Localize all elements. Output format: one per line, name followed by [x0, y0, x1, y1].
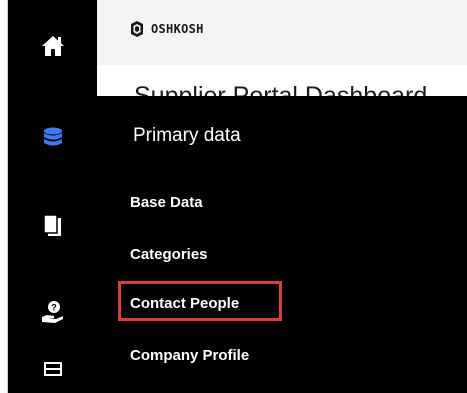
menu-item-contact-people[interactable]: Contact People: [130, 295, 239, 312]
sidebar-item-help[interactable]: ?: [8, 272, 97, 352]
documents-icon: [42, 214, 61, 236]
sidebar-item-home[interactable]: [8, 0, 97, 92]
oshkosh-logo-icon: [131, 21, 143, 37]
app-frame: OSHKOSH Supplier Portal Dashboard ? Prim…: [7, 0, 467, 393]
menu-item-base-data[interactable]: Base Data: [130, 194, 203, 211]
sidebar: ?: [8, 0, 97, 393]
sidebar-item-tray[interactable]: [8, 352, 97, 393]
sidebar-item-documents[interactable]: [8, 180, 97, 272]
menu-item-categories[interactable]: Categories: [130, 246, 208, 263]
primary-data-menu: Primary data Base Data Categories Contac…: [97, 96, 467, 393]
svg-text:?: ?: [51, 303, 57, 313]
page-title: Supplier Portal Dashboard: [134, 82, 428, 96]
menu-title: Primary data: [133, 125, 241, 146]
home-icon: [41, 36, 64, 56]
help-hand-icon: ?: [41, 301, 63, 323]
brand-name: OSHKOSH: [151, 22, 204, 36]
sidebar-item-primary-data[interactable]: [8, 92, 97, 184]
database-icon: [43, 127, 62, 146]
tray-icon: [43, 362, 62, 376]
top-header: OSHKOSH: [97, 0, 467, 65]
page-area: Supplier Portal Dashboard: [97, 65, 467, 96]
brand-logo[interactable]: OSHKOSH: [130, 21, 204, 37]
menu-item-company-profile[interactable]: Company Profile: [130, 347, 249, 364]
